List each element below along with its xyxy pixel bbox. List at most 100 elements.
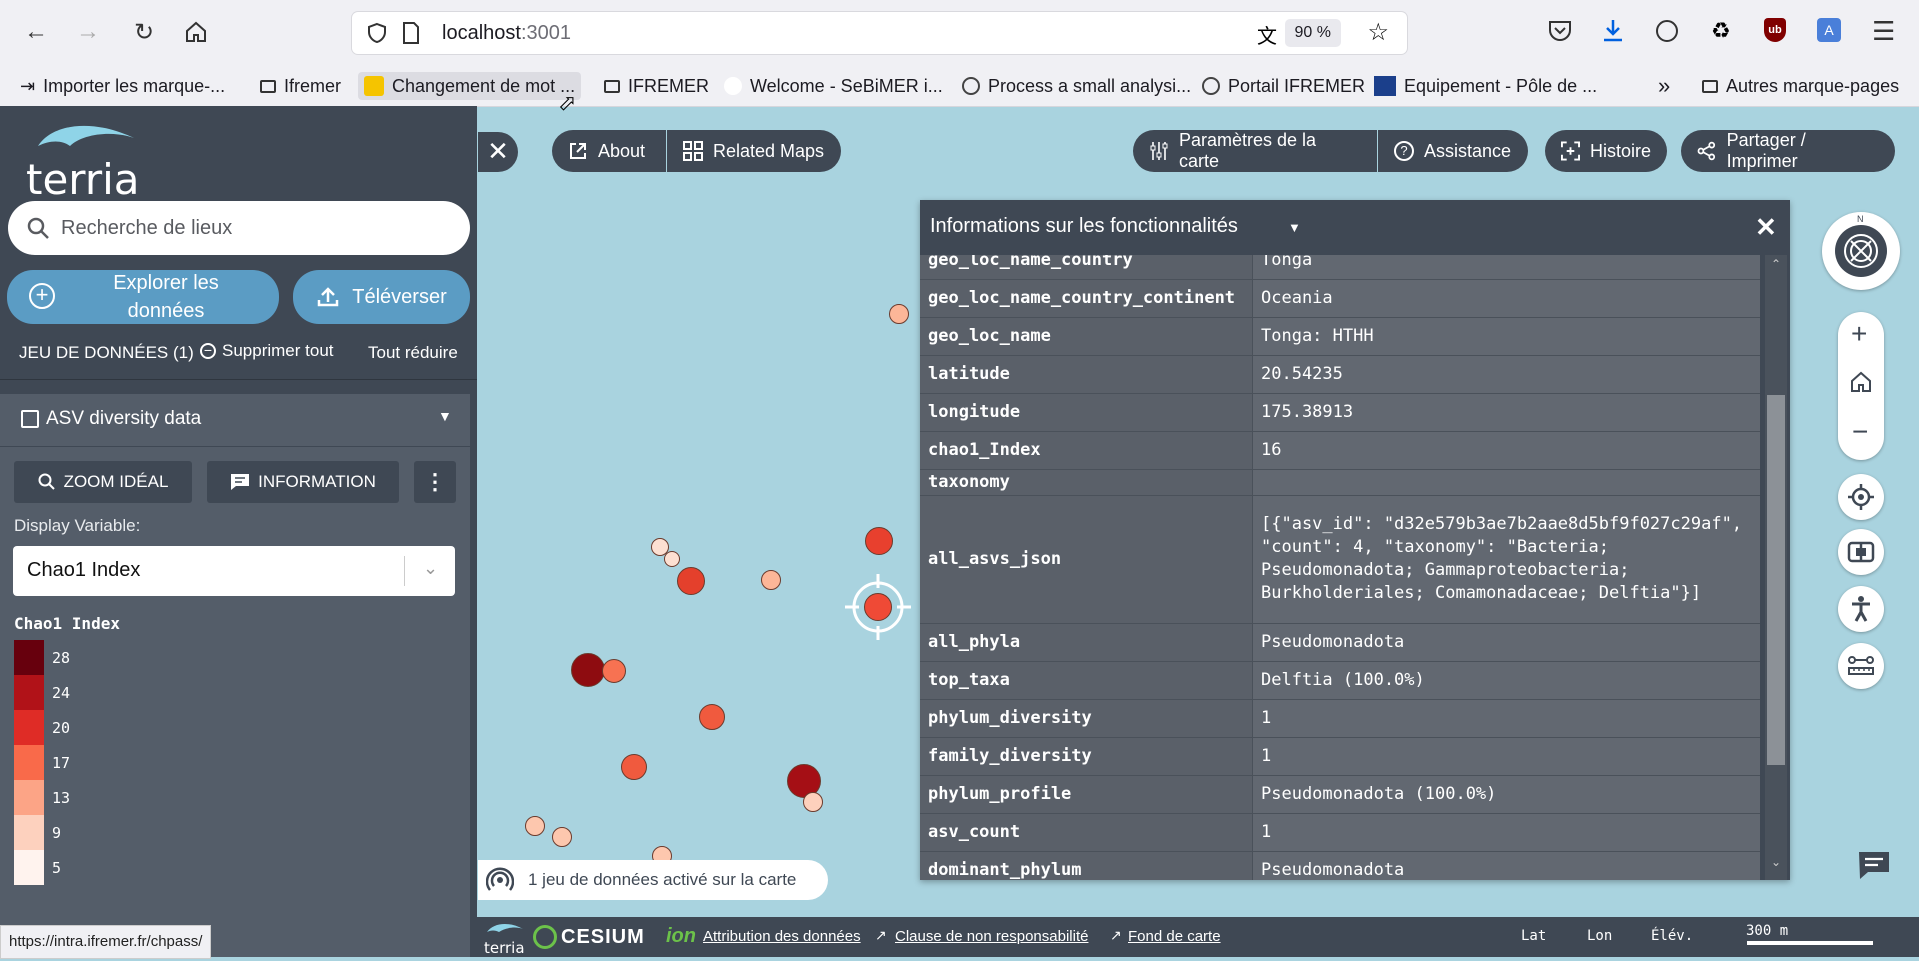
map-settings-button[interactable]: Paramètres de la carte [1133, 130, 1377, 172]
url-bar[interactable]: localhost:3001 文 90 % ☆ [352, 12, 1407, 54]
share-print-button[interactable]: Partager / Imprimer [1681, 130, 1895, 172]
extensions-icon[interactable]: ♻ [1711, 18, 1731, 44]
workbench-item: ASV diversity data ▼ ZOOM IDÉAL INFORMAT… [0, 394, 470, 957]
more-options-icon[interactable]: ⋮ [414, 461, 456, 503]
scroll-up-icon[interactable]: ⌃ [1771, 257, 1781, 271]
legend-label: 17 [52, 754, 71, 772]
bookmark-process-analysis[interactable]: Process a small analysi... [956, 72, 1197, 100]
cesium-label[interactable]: CESIUM [561, 926, 645, 949]
bookmark-ifremer-upper[interactable]: IFREMER [598, 72, 715, 100]
url-text[interactable]: localhost:3001 [442, 22, 571, 45]
caret-down-icon[interactable]: ▼ [1288, 220, 1301, 235]
row-key: all_phyla [920, 623, 1253, 662]
map-marker[interactable] [621, 754, 647, 780]
scroll-down-icon[interactable]: ⌄ [1771, 855, 1781, 869]
information-label: INFORMATION [258, 472, 376, 491]
pedestrian-mode-button[interactable] [1838, 586, 1884, 632]
visibility-checkbox[interactable] [21, 410, 39, 428]
home-view-icon[interactable] [1849, 370, 1873, 399]
close-icon[interactable]: ✕ [1755, 212, 1777, 243]
bookmarks-overflow-icon[interactable]: » [1652, 72, 1676, 100]
active-datasets-pill[interactable]: 1 jeu de données activé sur la carte [478, 860, 828, 900]
bookmark-portail-ifremer[interactable]: Portail IFREMER [1196, 72, 1371, 100]
zoom-in-icon[interactable]: + [1851, 318, 1867, 350]
compare-icon [1847, 541, 1875, 563]
map-marker[interactable] [889, 304, 909, 324]
my-location-button[interactable] [1838, 474, 1884, 520]
feature-info-scrollbar[interactable]: ⌃ ⌄ [1765, 255, 1787, 880]
ublock-icon[interactable]: ub [1764, 18, 1786, 42]
chevron-down-icon[interactable]: ▼ [438, 408, 452, 424]
split-view-button[interactable] [1838, 529, 1884, 575]
map-marker[interactable] [803, 792, 823, 812]
basemap-link[interactable]: Fond de carte [1128, 928, 1221, 945]
lon-label: Lon [1587, 928, 1613, 944]
bookmark-equipement[interactable]: Equipement - Pôle de ... [1368, 72, 1603, 100]
about-button[interactable]: About [552, 130, 666, 172]
translate-icon[interactable]: 文 [1257, 20, 1277, 49]
site-favicon [1374, 76, 1396, 96]
remove-all-button[interactable]: − Supprimer tout [200, 341, 334, 361]
related-maps-button[interactable]: Related Maps [667, 130, 841, 172]
home-icon[interactable] [178, 14, 214, 50]
map-marker[interactable] [664, 551, 680, 567]
shield-icon[interactable] [366, 22, 388, 49]
collapse-all-button[interactable]: Tout réduire [368, 343, 458, 363]
menu-icon[interactable]: ☰ [1872, 16, 1895, 47]
accessibility-icon [1852, 596, 1870, 622]
bookmark-other[interactable]: Autres marque-pages [1696, 72, 1905, 100]
bookmark-import[interactable]: ⇥ Importer les marque-... [14, 72, 231, 100]
pocket-icon[interactable] [1548, 20, 1572, 47]
legend-title: Chao1 Index [14, 614, 120, 633]
upload-button[interactable]: Téléverser [293, 270, 470, 324]
map-marker[interactable] [677, 567, 705, 595]
bookmark-sebimer[interactable]: Welcome - SeBiMER i... [718, 72, 949, 100]
explore-data-button[interactable]: + Explorer les données [7, 270, 279, 324]
page-icon[interactable] [402, 22, 420, 49]
map-marker[interactable] [699, 704, 725, 730]
story-icon [1561, 141, 1580, 161]
row-key: top_taxa [920, 661, 1253, 700]
map-marker[interactable] [571, 653, 605, 687]
location-search-input[interactable]: Recherche de lieux [8, 201, 470, 255]
information-button[interactable]: INFORMATION [207, 461, 399, 503]
compass-control[interactable]: N [1822, 212, 1900, 290]
terria-logo[interactable]: terria [22, 118, 142, 204]
translator-extension-icon[interactable]: A [1817, 18, 1841, 42]
lat-label: Lat [1521, 928, 1547, 944]
zoom-out-icon[interactable]: − [1852, 416, 1868, 448]
map-marker[interactable] [761, 570, 781, 590]
bookmarks-bar: ⇥ Importer les marque-... Ifremer Changem… [0, 66, 1919, 107]
row-value: 16 [1252, 431, 1760, 470]
account-icon[interactable] [1656, 20, 1678, 42]
legend-label: 5 [52, 859, 62, 877]
bookmark-password-change[interactable]: Changement de mot ... [358, 72, 582, 100]
scrollbar-thumb[interactable] [1767, 395, 1785, 765]
bookmark-ifremer-folder[interactable]: Ifremer [254, 72, 347, 100]
row-key: geo_loc_name [920, 317, 1253, 356]
measure-tool-button[interactable] [1838, 643, 1884, 689]
feedback-icon[interactable] [1856, 848, 1896, 888]
map-marker[interactable] [525, 816, 545, 836]
reload-icon[interactable]: ↻ [126, 14, 162, 50]
map-marker[interactable] [602, 659, 626, 683]
attribution-link[interactable]: Attribution des données [703, 928, 861, 945]
terria-small-logo[interactable]: terria [481, 920, 525, 957]
close-sidebar-icon[interactable]: ✕ [478, 132, 518, 172]
help-button[interactable]: ? Assistance [1378, 130, 1528, 172]
zoom-ideal-button[interactable]: ZOOM IDÉAL [14, 461, 192, 503]
cesium-ion-label[interactable]: ion [666, 925, 696, 948]
map-marker[interactable] [552, 827, 572, 847]
display-variable-label: Display Variable: [14, 516, 141, 535]
table-row: asv_count 1 [920, 813, 1760, 852]
disclaimer-link[interactable]: Clause de non responsabilité [895, 928, 1088, 945]
story-button[interactable]: Histoire [1545, 130, 1667, 172]
download-icon[interactable] [1601, 18, 1625, 49]
zoom-level[interactable]: 90 % [1284, 19, 1341, 47]
star-icon[interactable]: ☆ [1367, 18, 1389, 47]
map-marker[interactable] [865, 527, 893, 555]
globe-icon [1202, 77, 1220, 95]
forward-icon[interactable]: → [70, 14, 106, 50]
back-icon[interactable]: ← [18, 14, 54, 50]
display-variable-select[interactable]: Chao1 Index ⌄ [13, 546, 455, 596]
